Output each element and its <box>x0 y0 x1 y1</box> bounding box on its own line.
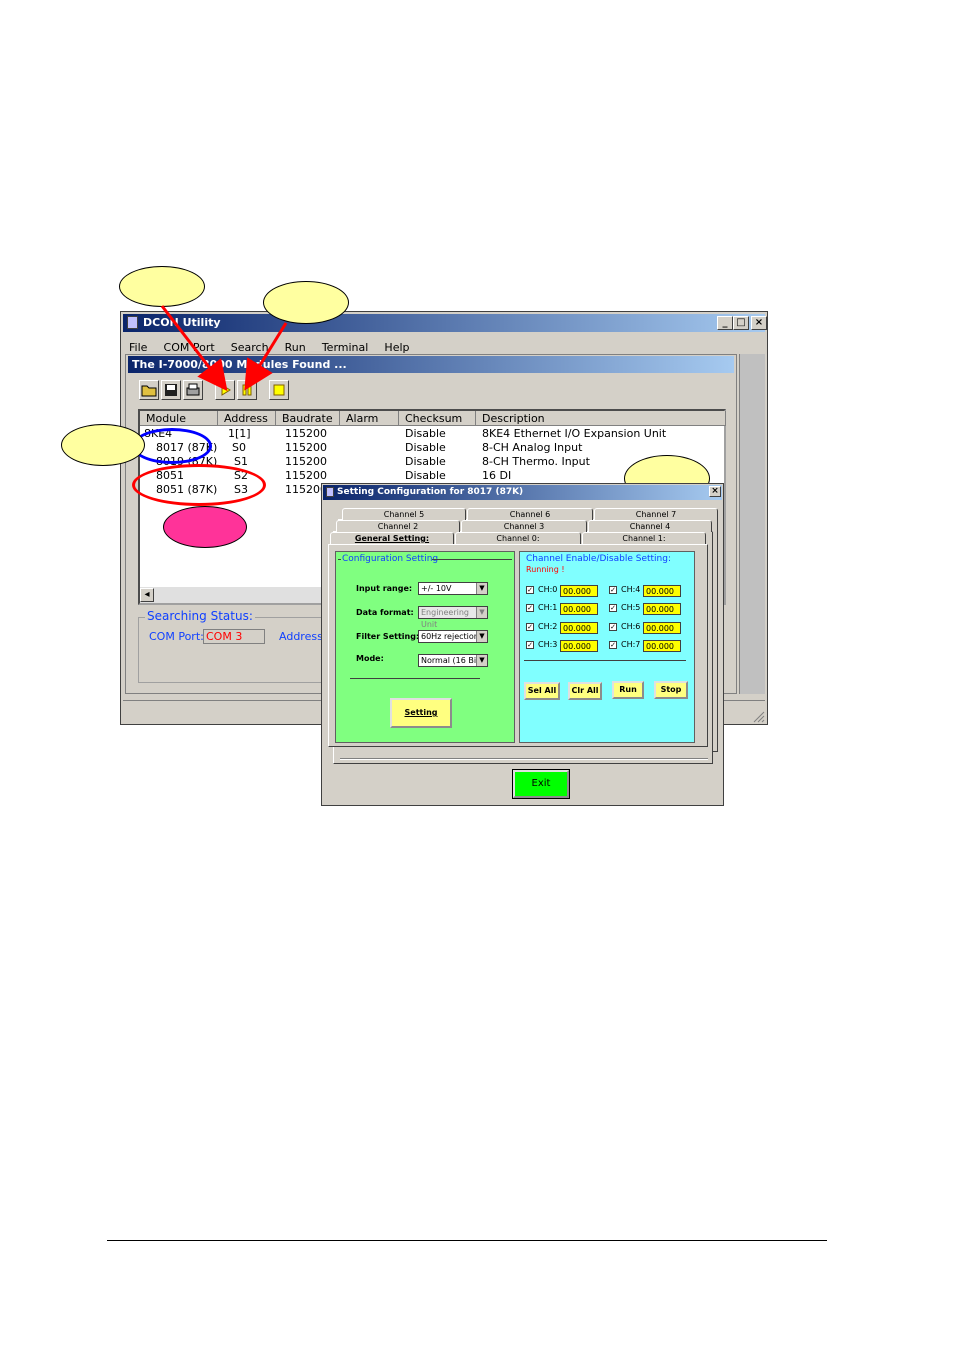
ch0-value: 00.000 <box>560 585 598 597</box>
tab-channel-2[interactable]: Channel 2 <box>336 520 460 532</box>
ch2-label: CH:2 <box>538 622 558 631</box>
ch5-value: 00.000 <box>643 603 681 615</box>
filter-setting-label: Filter Setting: <box>356 632 420 641</box>
dialog-title: Setting Configuration for 8017 (87K) <box>337 487 524 497</box>
setting-button[interactable]: Setting <box>390 698 452 728</box>
ch3-checkbox[interactable]: ✓ <box>526 641 534 649</box>
chevron-down-icon: ▼ <box>476 583 487 594</box>
ch6-label: CH:6 <box>621 622 641 631</box>
ch6-value: 00.000 <box>643 622 681 634</box>
general-setting-page: Configuration Setting Input range: +/- 1… <box>328 544 708 747</box>
channel-group-label: Channel Enable/Disable Setting: <box>526 554 672 564</box>
chevron-down-icon: ▼ <box>476 631 487 642</box>
dialog-titlebar[interactable]: Setting Configuration for 8017 (87K) <box>323 485 722 500</box>
dialog-separator <box>340 758 708 760</box>
tab-channel-5[interactable]: Channel 5 <box>342 508 466 520</box>
searching-status-group: Searching Status: COM Port: COM 3 Addres… <box>138 609 338 683</box>
tab-channel-0[interactable]: Channel 0: <box>455 532 581 544</box>
ch1-checkbox[interactable]: ✓ <box>526 604 534 612</box>
searching-status-label: Searching Status: <box>145 609 255 623</box>
ch4-checkbox[interactable]: ✓ <box>609 586 617 594</box>
ch0-checkbox[interactable]: ✓ <box>526 586 534 594</box>
exit-button[interactable]: Exit <box>512 769 570 799</box>
configuration-panel: Configuration Setting Input range: +/- 1… <box>335 551 515 743</box>
channel-status: Running ! <box>526 565 565 574</box>
tab-channel-6[interactable]: Channel 6 <box>467 508 593 520</box>
ch5-checkbox[interactable]: ✓ <box>609 604 617 612</box>
tab-channel-7[interactable]: Channel 7 <box>594 508 718 520</box>
arrow-to-pause <box>244 322 288 391</box>
filter-setting-select[interactable]: 60Hz rejection ▼ <box>418 630 488 643</box>
ch3-label: CH:3 <box>538 640 558 649</box>
stop-button[interactable]: Stop <box>654 681 688 699</box>
ch6-checkbox[interactable]: ✓ <box>609 623 617 631</box>
run-button[interactable]: Run <box>612 681 644 699</box>
address-label: Address: <box>279 630 327 643</box>
setting-dialog: Setting Configuration for 8017 (87K) × C… <box>321 483 724 806</box>
tab-general-setting[interactable]: General Setting: <box>330 532 454 544</box>
ch0-label: CH:0 <box>538 585 558 594</box>
chevron-down-icon: ▼ <box>476 607 487 618</box>
ch1-value: 00.000 <box>560 603 598 615</box>
com-port-value: COM 3 <box>203 629 265 644</box>
configuration-group-label: Configuration Setting <box>342 554 439 564</box>
input-range-select[interactable]: +/- 10V ▼ <box>418 582 488 595</box>
ch1-label: CH:1 <box>538 603 558 612</box>
ch2-checkbox[interactable]: ✓ <box>526 623 534 631</box>
com-port-label: COM Port: <box>149 630 204 643</box>
mode-label: Mode: <box>356 654 384 663</box>
chevron-down-icon: ▼ <box>476 655 487 666</box>
ch5-label: CH:5 <box>621 603 641 612</box>
clear-all-button[interactable]: Clr All <box>568 682 602 700</box>
channel-divider <box>524 660 686 661</box>
mode-select[interactable]: Normal (16 Bits) ▼ <box>418 654 488 667</box>
tab-channel-3[interactable]: Channel 3 <box>461 520 587 532</box>
ch4-value: 00.000 <box>643 585 681 597</box>
dialog-close-icon[interactable]: × <box>709 486 721 497</box>
ch7-value: 00.000 <box>643 640 681 652</box>
ch4-label: CH:4 <box>621 585 641 594</box>
ch7-label: CH:7 <box>621 640 641 649</box>
select-all-button[interactable]: Sel All <box>524 682 560 700</box>
tab-channel-4[interactable]: Channel 4 <box>588 520 712 532</box>
data-format-select[interactable]: Engineering Unit ▼ <box>418 606 488 629</box>
dialog-app-icon <box>326 487 334 497</box>
tab-channel-1[interactable]: Channel 1: <box>582 532 706 544</box>
ch7-checkbox[interactable]: ✓ <box>609 641 617 649</box>
channel-panel: Channel Enable/Disable Setting: Running … <box>519 551 695 743</box>
data-format-label: Data format: <box>356 608 414 617</box>
ch3-value: 00.000 <box>560 640 598 652</box>
arrow-to-run <box>160 305 228 392</box>
config-divider <box>350 678 480 679</box>
ch2-value: 00.000 <box>560 622 598 634</box>
footer-rule <box>107 1240 827 1241</box>
input-range-label: Input range: <box>356 584 413 593</box>
resize-grip-icon[interactable] <box>753 708 765 723</box>
